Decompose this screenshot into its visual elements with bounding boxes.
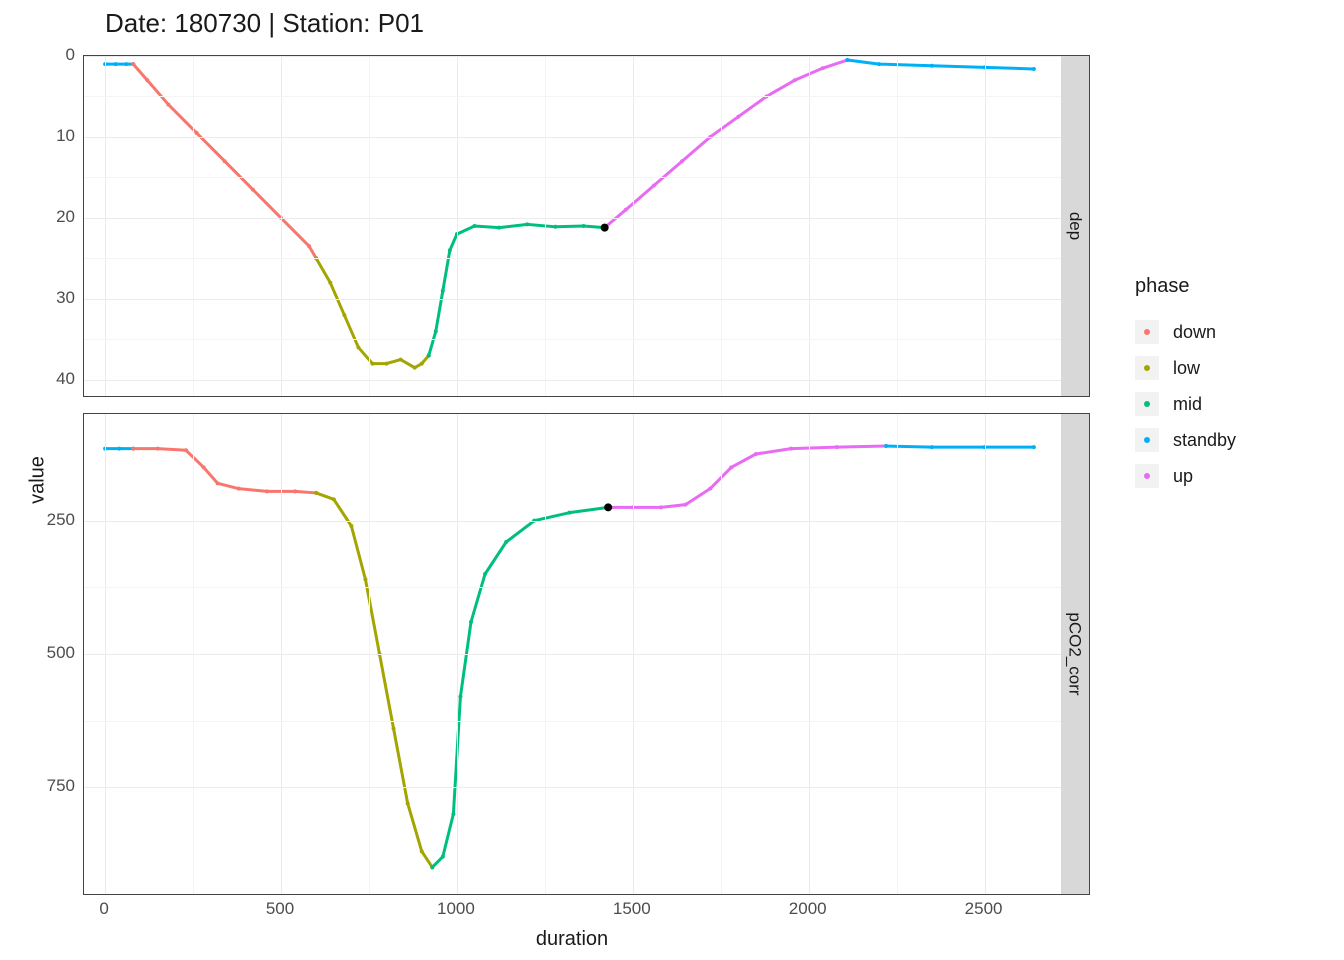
legend-swatch <box>1135 392 1159 416</box>
x-tick: 2500 <box>965 899 1003 919</box>
legend-item-mid: mid <box>1135 386 1236 422</box>
x-tick: 500 <box>266 899 294 919</box>
x-tick: 2000 <box>789 899 827 919</box>
y-tick: 0 <box>15 45 75 65</box>
x-tick: 1000 <box>437 899 475 919</box>
legend-dot-icon <box>1144 437 1150 443</box>
x-axis-label: duration <box>536 928 608 951</box>
panel-pco2 <box>83 413 1063 895</box>
panel-dep <box>83 55 1063 397</box>
facet-label: dep <box>1065 212 1085 240</box>
legend-label: up <box>1173 466 1193 487</box>
legend-item-low: low <box>1135 350 1236 386</box>
y-tick: 250 <box>15 510 75 530</box>
legend-dot-icon <box>1144 365 1150 371</box>
legend-label: standby <box>1173 430 1236 451</box>
legend-swatch <box>1135 464 1159 488</box>
y-tick: 40 <box>15 369 75 389</box>
y-axis-label: value <box>26 456 49 504</box>
legend-label: down <box>1173 322 1216 343</box>
facet-strip-pco2: pCO2_corr <box>1061 413 1090 895</box>
legend: phase down low mid standby up <box>1135 275 1236 494</box>
legend-title: phase <box>1135 275 1236 298</box>
y-tick: 10 <box>15 126 75 146</box>
chart-root: Date: 180730 | Station: P01 value durati… <box>0 0 1344 960</box>
facet-label: pCO2_corr <box>1065 612 1085 695</box>
page-title: Date: 180730 | Station: P01 <box>105 8 424 39</box>
y-tick: 750 <box>15 776 75 796</box>
legend-swatch <box>1135 320 1159 344</box>
legend-dot-icon <box>1144 329 1150 335</box>
legend-item-up: up <box>1135 458 1236 494</box>
legend-item-standby: standby <box>1135 422 1236 458</box>
legend-swatch <box>1135 428 1159 452</box>
x-tick: 1500 <box>613 899 651 919</box>
y-tick: 500 <box>15 643 75 663</box>
legend-item-down: down <box>1135 314 1236 350</box>
legend-label: low <box>1173 358 1200 379</box>
legend-dot-icon <box>1144 473 1150 479</box>
legend-swatch <box>1135 356 1159 380</box>
legend-label: mid <box>1173 394 1202 415</box>
legend-dot-icon <box>1144 401 1150 407</box>
facet-strip-dep: dep <box>1061 55 1090 397</box>
y-tick: 30 <box>15 288 75 308</box>
x-tick: 0 <box>99 899 108 919</box>
y-tick: 20 <box>15 207 75 227</box>
